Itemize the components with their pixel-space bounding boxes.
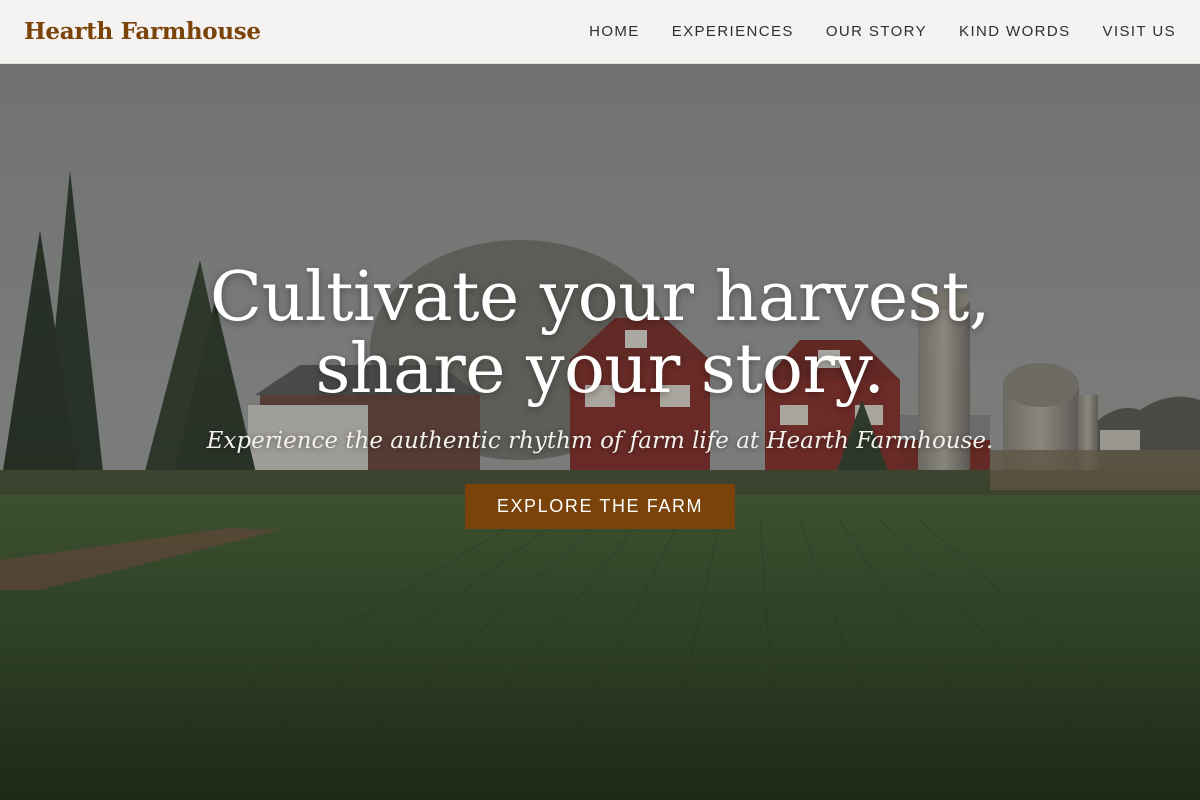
hero-headline-line-1: Cultivate your harvest,: [210, 258, 990, 337]
hero-headline: Cultivate your harvest, share your story…: [0, 262, 1200, 406]
nav-link-visit-us[interactable]: VISIT US: [1103, 23, 1176, 40]
landing-page: Hearth Farmhouse HOME EXPERIENCES OUR ST…: [0, 0, 1200, 800]
explore-farm-button[interactable]: EXPLORE THE FARM: [464, 484, 736, 529]
nav-link-home[interactable]: HOME: [589, 23, 640, 40]
hero-section: Cultivate your harvest, share your story…: [0, 262, 1200, 529]
nav-link-our-story[interactable]: OUR STORY: [826, 23, 927, 40]
nav-link-experiences[interactable]: EXPERIENCES: [672, 23, 794, 40]
brand-logo-text[interactable]: Hearth Farmhouse: [24, 18, 261, 45]
main-nav: HOME EXPERIENCES OUR STORY KIND WORDS VI…: [589, 23, 1176, 40]
hero-subheadline: Experience the authentic rhythm of farm …: [206, 428, 994, 454]
hero-headline-line-2: share your story.: [315, 330, 885, 409]
nav-link-kind-words[interactable]: KIND WORDS: [959, 23, 1071, 40]
top-navbar: Hearth Farmhouse HOME EXPERIENCES OUR ST…: [0, 0, 1200, 64]
